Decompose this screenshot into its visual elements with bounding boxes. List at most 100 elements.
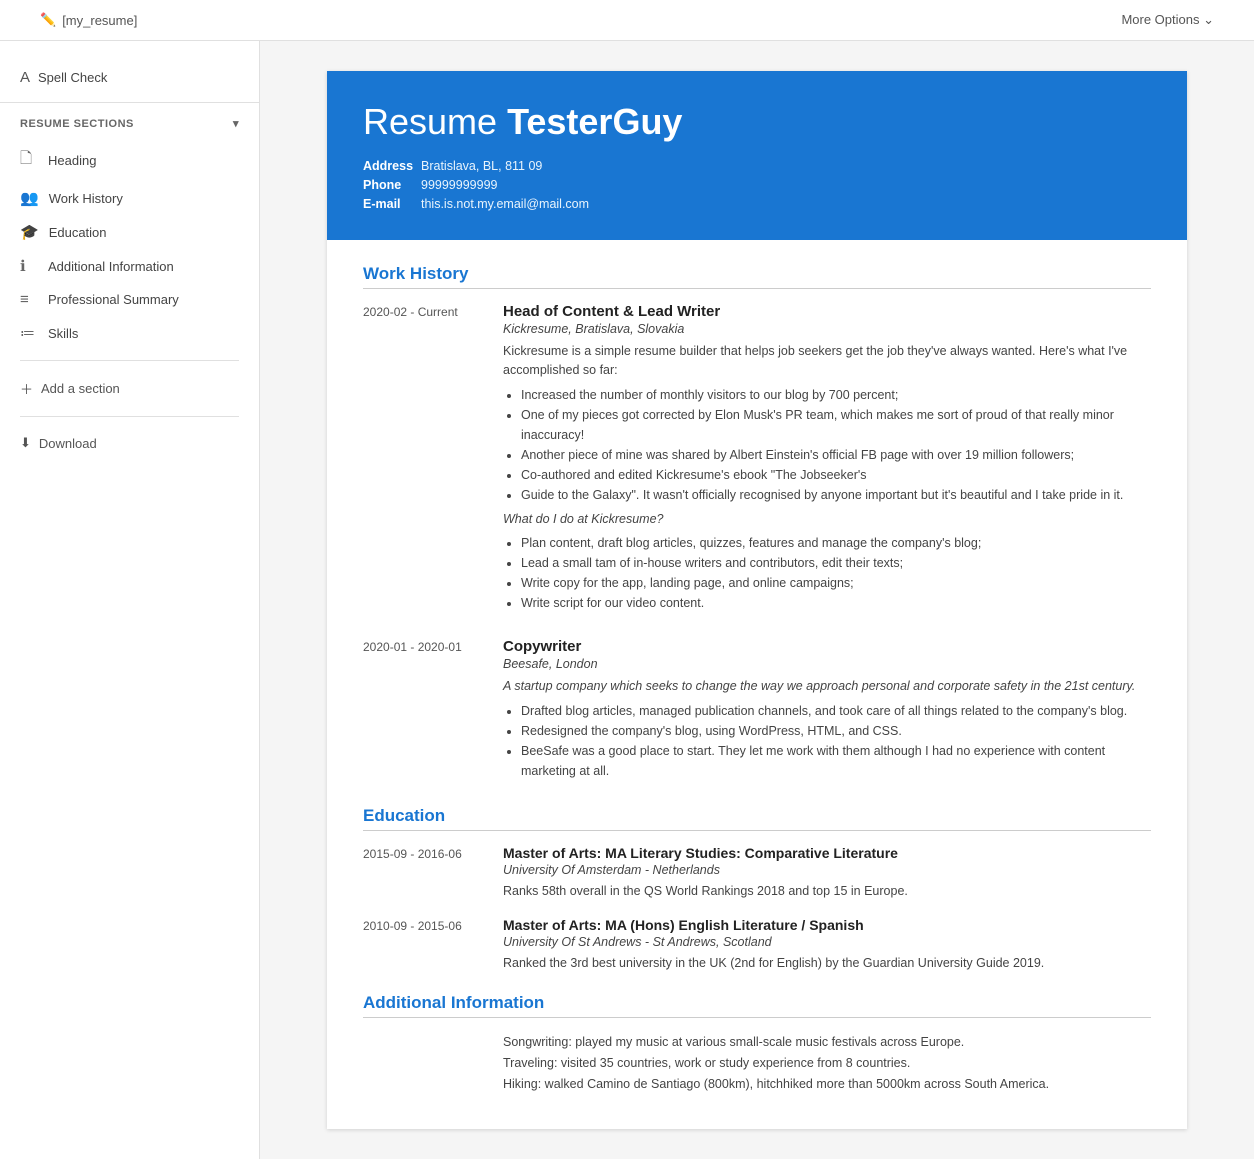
address-row: Address Bratislava, BL, 811 09 <box>363 159 1151 173</box>
list-item: Redesigned the company's blog, using Wor… <box>521 721 1151 741</box>
sidebar-item-education-label: Education <box>49 225 107 240</box>
job-bullets-1: Increased the number of monthly visitors… <box>503 385 1151 505</box>
edu-details: Master of Arts: MA Literary Studies: Com… <box>503 845 1151 901</box>
spell-check-label: Spell Check <box>38 70 107 85</box>
table-row: 2020-01 - 2020-01 Copywriter Beesafe, Lo… <box>363 638 1151 786</box>
additional-divider <box>363 1017 1151 1018</box>
additional-content: Songwriting: played my music at various … <box>503 1032 1151 1096</box>
add-section-icon: ＋ <box>20 379 33 398</box>
main-layout: A Spell Check Resume Sections ▾ 🗋 Headin… <box>0 41 1254 1159</box>
job-bullets-3: Drafted blog articles, managed publicati… <box>503 701 1151 781</box>
list-item: Hiking: walked Camino de Santiago (800km… <box>503 1074 1151 1095</box>
additional-info-icon: ℹ <box>20 257 38 275</box>
sidebar-divider-1 <box>20 360 239 361</box>
address-value: Bratislava, BL, 811 09 <box>421 159 542 173</box>
edu-details: Master of Arts: MA (Hons) English Litera… <box>503 917 1151 973</box>
edu-school: University Of St Andrews - St Andrews, S… <box>503 935 1151 949</box>
add-section-label: Add a section <box>41 381 120 396</box>
edu-date: 2015-09 - 2016-06 <box>363 845 483 901</box>
table-row: 2010-09 - 2015-06 Master of Arts: MA (Ho… <box>363 917 1151 973</box>
job-description-italic: A startup company which seeks to change … <box>503 677 1151 696</box>
sidebar-divider-2 <box>20 416 239 417</box>
job-title: Copywriter <box>503 638 1151 655</box>
edit-icon: ✏️ <box>40 12 56 28</box>
additional-spacer <box>363 1032 483 1096</box>
education-divider <box>363 830 1151 831</box>
filename[interactable]: [my_resume] <box>62 13 137 28</box>
download-icon: ⬇ <box>20 435 31 451</box>
edu-date: 2010-09 - 2015-06 <box>363 917 483 973</box>
email-value: this.is.not.my.email@mail.com <box>421 197 589 211</box>
filename-area[interactable]: ✏️ [my_resume] <box>40 12 137 28</box>
list-item: Traveling: visited 35 countries, work or… <box>503 1053 1151 1074</box>
more-options-button[interactable]: More Options ⌄ <box>1121 12 1214 28</box>
download-button[interactable]: ⬇ Download <box>0 427 259 459</box>
sidebar: A Spell Check Resume Sections ▾ 🗋 Headin… <box>0 41 260 1159</box>
sidebar-item-work-history[interactable]: 👥 Work History <box>0 181 259 215</box>
list-item: Co-authored and edited Kickresume's eboo… <box>521 465 1151 485</box>
job-description: Kickresume is a simple resume builder th… <box>503 342 1151 380</box>
top-bar: ✏️ [my_resume] More Options ⌄ <box>0 0 1254 41</box>
work-history-divider <box>363 288 1151 289</box>
resume-title: Resume TesterGuy <box>363 101 1151 143</box>
spell-check-icon: A <box>20 69 30 86</box>
address-label: Address <box>363 159 415 173</box>
email-label: E-mail <box>363 197 415 211</box>
list-item: One of my pieces got corrected by Elon M… <box>521 405 1151 445</box>
sidebar-item-work-history-label: Work History <box>49 191 123 206</box>
download-label: Download <box>39 436 97 451</box>
job-company: Beesafe, London <box>503 657 1151 671</box>
list-item: Increased the number of monthly visitors… <box>521 385 1151 405</box>
list-item: Songwriting: played my music at various … <box>503 1032 1151 1053</box>
job-details: Head of Content & Lead Writer Kickresume… <box>503 303 1151 618</box>
job-date: 2020-02 - Current <box>363 303 483 618</box>
resume-title-normal: Resume <box>363 101 507 142</box>
job-sub-heading: What do I do at Kickresume? <box>503 510 1151 529</box>
table-row: 2015-09 - 2016-06 Master of Arts: MA Lit… <box>363 845 1151 901</box>
list-item: BeeSafe was a good place to start. They … <box>521 741 1151 781</box>
phone-label: Phone <box>363 178 415 192</box>
work-history-section-title: Work History <box>363 264 1151 284</box>
collapse-icon[interactable]: ▾ <box>233 117 239 130</box>
sidebar-item-additional-info[interactable]: ℹ Additional Information <box>0 249 259 283</box>
education-section-title: Education <box>363 806 1151 826</box>
sidebar-item-professional-summary[interactable]: ≡ Professional Summary <box>0 283 259 316</box>
edu-degree: Master of Arts: MA Literary Studies: Com… <box>503 845 1151 861</box>
additional-info-row: Songwriting: played my music at various … <box>363 1032 1151 1096</box>
list-item: Write copy for the app, landing page, an… <box>521 573 1151 593</box>
sidebar-item-heading[interactable]: 🗋 Heading <box>0 140 259 181</box>
sidebar-item-heading-label: Heading <box>48 153 96 168</box>
job-date: 2020-01 - 2020-01 <box>363 638 483 786</box>
heading-icon: 🗋 <box>20 148 38 173</box>
add-section-button[interactable]: ＋ Add a section <box>0 371 259 406</box>
job-bullets-2: Plan content, draft blog articles, quizz… <box>503 533 1151 613</box>
edu-degree: Master of Arts: MA (Hons) English Litera… <box>503 917 1151 933</box>
phone-value: 99999999999 <box>421 178 497 192</box>
job-company: Kickresume, Bratislava, Slovakia <box>503 322 1151 336</box>
sidebar-item-professional-summary-label: Professional Summary <box>48 292 179 307</box>
content-area: Resume TesterGuy Address Bratislava, BL,… <box>260 41 1254 1159</box>
phone-row: Phone 99999999999 <box>363 178 1151 192</box>
list-item: Another piece of mine was shared by Albe… <box>521 445 1151 465</box>
list-item: Lead a small tam of in-house writers and… <box>521 553 1151 573</box>
job-title: Head of Content & Lead Writer <box>503 303 1151 320</box>
resume-title-bold: TesterGuy <box>507 101 682 142</box>
spell-check-button[interactable]: A Spell Check <box>0 61 259 103</box>
sidebar-item-skills[interactable]: ≔ Skills <box>0 316 259 350</box>
resume-header: Resume TesterGuy Address Bratislava, BL,… <box>327 71 1187 240</box>
professional-summary-icon: ≡ <box>20 291 38 308</box>
list-item: Write script for our video content. <box>521 593 1151 613</box>
email-row: E-mail this.is.not.my.email@mail.com <box>363 197 1151 211</box>
list-item: Drafted blog articles, managed publicati… <box>521 701 1151 721</box>
sidebar-item-education[interactable]: 🎓 Education <box>0 215 259 249</box>
job-details: Copywriter Beesafe, London A startup com… <box>503 638 1151 786</box>
education-icon: 🎓 <box>20 223 39 241</box>
work-history-icon: 👥 <box>20 189 39 207</box>
list-item: Guide to the Galaxy". It wasn't official… <box>521 485 1151 505</box>
list-item: Plan content, draft blog articles, quizz… <box>521 533 1151 553</box>
edu-desc: Ranked the 3rd best university in the UK… <box>503 954 1151 973</box>
resume-card: Resume TesterGuy Address Bratislava, BL,… <box>327 71 1187 1129</box>
sidebar-item-additional-label: Additional Information <box>48 259 174 274</box>
additional-section-title: Additional Information <box>363 993 1151 1013</box>
sidebar-item-skills-label: Skills <box>48 326 78 341</box>
